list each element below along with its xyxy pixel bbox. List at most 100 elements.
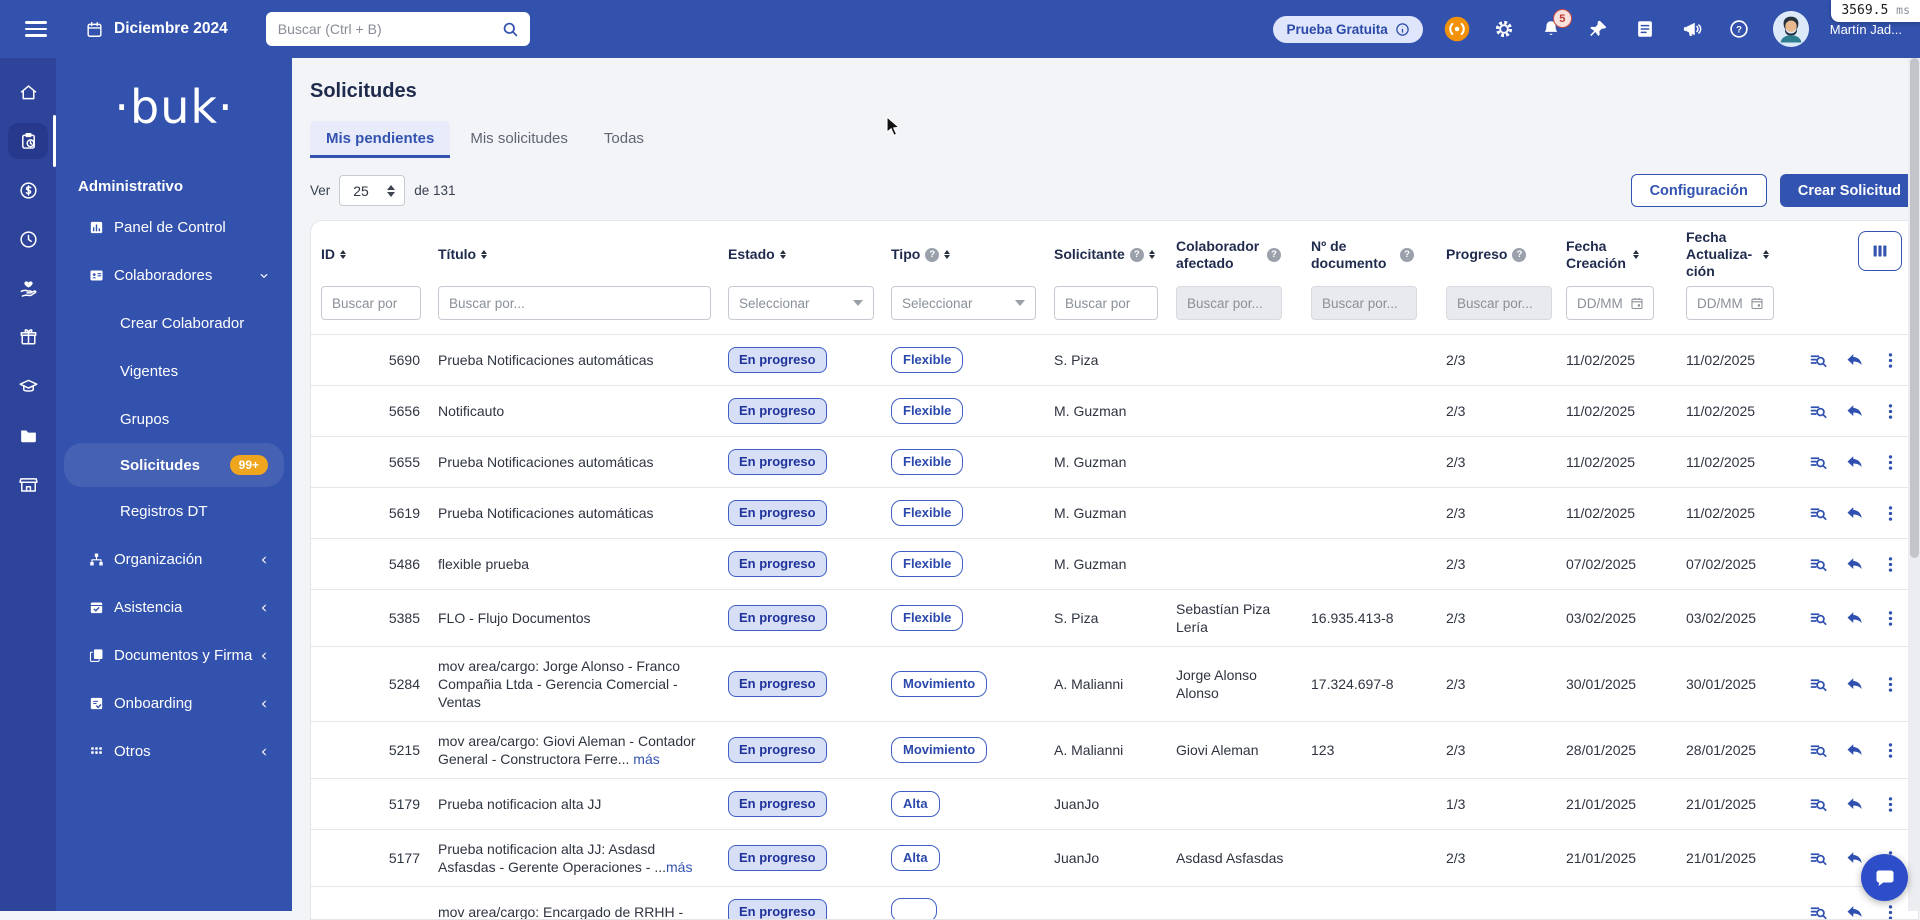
row-menu-button[interactable] xyxy=(1878,501,1902,525)
row-menu-button[interactable] xyxy=(1878,672,1902,696)
announcements-megaphone-icon[interactable] xyxy=(1679,16,1705,42)
filter-tipo-select[interactable]: Seleccionar xyxy=(891,286,1036,320)
row-reply-button[interactable] xyxy=(1842,552,1866,576)
page-size-select[interactable]: 25 xyxy=(339,175,406,206)
row-menu-button[interactable] xyxy=(1878,792,1902,816)
notifications-bell-icon[interactable]: 5 xyxy=(1538,9,1572,42)
hamburger-menu-button[interactable] xyxy=(25,21,47,37)
sort-icon[interactable] xyxy=(340,249,346,260)
sort-icon[interactable] xyxy=(481,249,488,260)
row-reply-button[interactable] xyxy=(1842,450,1866,474)
filter-id-input[interactable] xyxy=(321,286,421,320)
filter-estado-select[interactable]: Seleccionar xyxy=(728,286,874,320)
sidebar-item-solicitudes[interactable]: Solicitudes 99+ xyxy=(64,443,284,487)
rail-item-hand-heart[interactable] xyxy=(8,270,48,306)
row-detail-button[interactable] xyxy=(1806,792,1830,816)
column-header-fecha-actualizacion[interactable]: Fecha Actualiza-ción xyxy=(1686,229,1806,280)
forms-note-icon[interactable] xyxy=(1632,16,1658,42)
row-reply-button[interactable] xyxy=(1842,738,1866,762)
sidebar-item-panel-de-control[interactable]: Panel de Control xyxy=(56,203,292,251)
settings-gear-icon[interactable] xyxy=(1491,16,1517,42)
rail-item-money-circle[interactable] xyxy=(8,172,48,208)
row-detail-button[interactable] xyxy=(1806,672,1830,696)
help-icon[interactable]: ? xyxy=(1726,16,1752,42)
sort-icon[interactable] xyxy=(1633,249,1639,260)
expand-title-link[interactable]: más xyxy=(666,859,692,875)
help-icon[interactable]: ? xyxy=(1400,247,1414,262)
global-search-input[interactable] xyxy=(277,21,501,37)
row-menu-button[interactable] xyxy=(1878,348,1902,372)
column-header-documento[interactable]: Nº de documento? xyxy=(1311,238,1446,272)
sort-icon[interactable] xyxy=(779,249,786,260)
sidebar-item-otros[interactable]: Otros xyxy=(56,727,292,775)
rail-item-graduation-cap[interactable] xyxy=(8,368,48,404)
row-reply-button[interactable] xyxy=(1842,606,1866,630)
sort-icon[interactable] xyxy=(944,249,951,260)
sidebar-item-crear-colaborador[interactable]: Crear Colaborador xyxy=(56,299,292,347)
row-reply-button[interactable] xyxy=(1842,501,1866,525)
column-settings-button[interactable] xyxy=(1858,231,1902,271)
expand-title-link[interactable]: más xyxy=(633,751,659,767)
sidebar-item-organizacion[interactable]: Organización xyxy=(56,535,292,583)
row-reply-button[interactable] xyxy=(1842,399,1866,423)
row-detail-button[interactable] xyxy=(1806,399,1830,423)
page-scrollbar[interactable] xyxy=(1908,58,1920,911)
rail-item-storefront[interactable] xyxy=(8,466,48,502)
row-detail-button[interactable] xyxy=(1806,606,1830,630)
configuration-button[interactable]: Configuración xyxy=(1630,174,1767,207)
user-avatar[interactable] xyxy=(1772,11,1809,47)
date-input[interactable] xyxy=(1697,295,1749,311)
column-header-estado[interactable]: Estado xyxy=(728,246,891,263)
row-menu-button[interactable] xyxy=(1878,450,1902,474)
sidebar-item-vigentes[interactable]: Vigentes xyxy=(56,347,292,395)
rail-item-gift[interactable] xyxy=(8,319,48,355)
filter-solicitante-input[interactable] xyxy=(1054,286,1158,320)
date-input[interactable] xyxy=(1577,295,1629,311)
column-header-fecha-creacion[interactable]: Fecha Creación xyxy=(1566,238,1686,272)
sort-icon[interactable] xyxy=(1763,249,1769,260)
create-request-button[interactable]: Crear Solicitud xyxy=(1779,174,1919,207)
column-header-solicitante[interactable]: Solicitante? xyxy=(1054,246,1176,263)
row-detail-button[interactable] xyxy=(1806,900,1830,919)
row-reply-button[interactable] xyxy=(1842,672,1866,696)
chat-fab-button[interactable] xyxy=(1861,854,1908,901)
filter-titulo-input[interactable] xyxy=(438,286,711,320)
user-name[interactable]: Martín Jad... xyxy=(1830,22,1902,37)
rail-item-folder[interactable] xyxy=(8,417,48,453)
row-detail-button[interactable] xyxy=(1806,348,1830,372)
rail-item-home[interactable] xyxy=(8,74,48,110)
search-icon[interactable] xyxy=(501,20,520,39)
pin-icon[interactable] xyxy=(1585,16,1611,42)
row-menu-button[interactable] xyxy=(1878,606,1902,630)
rail-item-clock[interactable] xyxy=(8,221,48,257)
row-menu-button[interactable] xyxy=(1878,552,1902,576)
row-menu-button[interactable] xyxy=(1878,738,1902,762)
row-menu-button[interactable] xyxy=(1878,900,1902,919)
help-icon[interactable]: ? xyxy=(1129,247,1144,262)
filter-fecha-creacion-date[interactable] xyxy=(1566,286,1654,320)
row-menu-button[interactable] xyxy=(1878,399,1902,423)
column-header-id[interactable]: ID xyxy=(321,246,438,263)
column-header-progreso[interactable]: Progreso? xyxy=(1446,246,1566,263)
row-reply-button[interactable] xyxy=(1842,900,1866,919)
row-reply-button[interactable] xyxy=(1842,792,1866,816)
help-icon[interactable]: ? xyxy=(1267,247,1281,262)
tab-todas[interactable]: Todas xyxy=(588,121,660,158)
column-header-titulo[interactable]: Título xyxy=(438,246,728,263)
trial-badge[interactable]: Prueba Gratuita xyxy=(1273,15,1423,43)
help-icon[interactable]: ? xyxy=(1512,247,1527,262)
row-detail-button[interactable] xyxy=(1806,501,1830,525)
column-header-tipo[interactable]: Tipo? xyxy=(891,246,1054,263)
sidebar-item-registros-dt[interactable]: Registros DT xyxy=(56,487,292,535)
sidebar-item-colaboradores[interactable]: Colaboradores xyxy=(56,251,292,299)
tab-mis-solicitudes[interactable]: Mis solicitudes xyxy=(454,121,584,158)
rail-item-clipboard-clock[interactable] xyxy=(8,115,56,167)
column-header-colaborador[interactable]: Colaborador afectado? xyxy=(1176,238,1311,272)
row-reply-button[interactable] xyxy=(1842,348,1866,372)
period-selector[interactable]: Diciembre 2024 xyxy=(85,20,228,39)
filter-fecha-actualizacion-date[interactable] xyxy=(1686,286,1774,320)
scrollbar-thumb[interactable] xyxy=(1909,58,1919,558)
tab-mis-pendientes[interactable]: Mis pendientes xyxy=(310,121,451,158)
sidebar-item-onboarding[interactable]: Onboarding xyxy=(56,679,292,727)
sidebar-item-asistencia[interactable]: Asistencia xyxy=(56,583,292,631)
